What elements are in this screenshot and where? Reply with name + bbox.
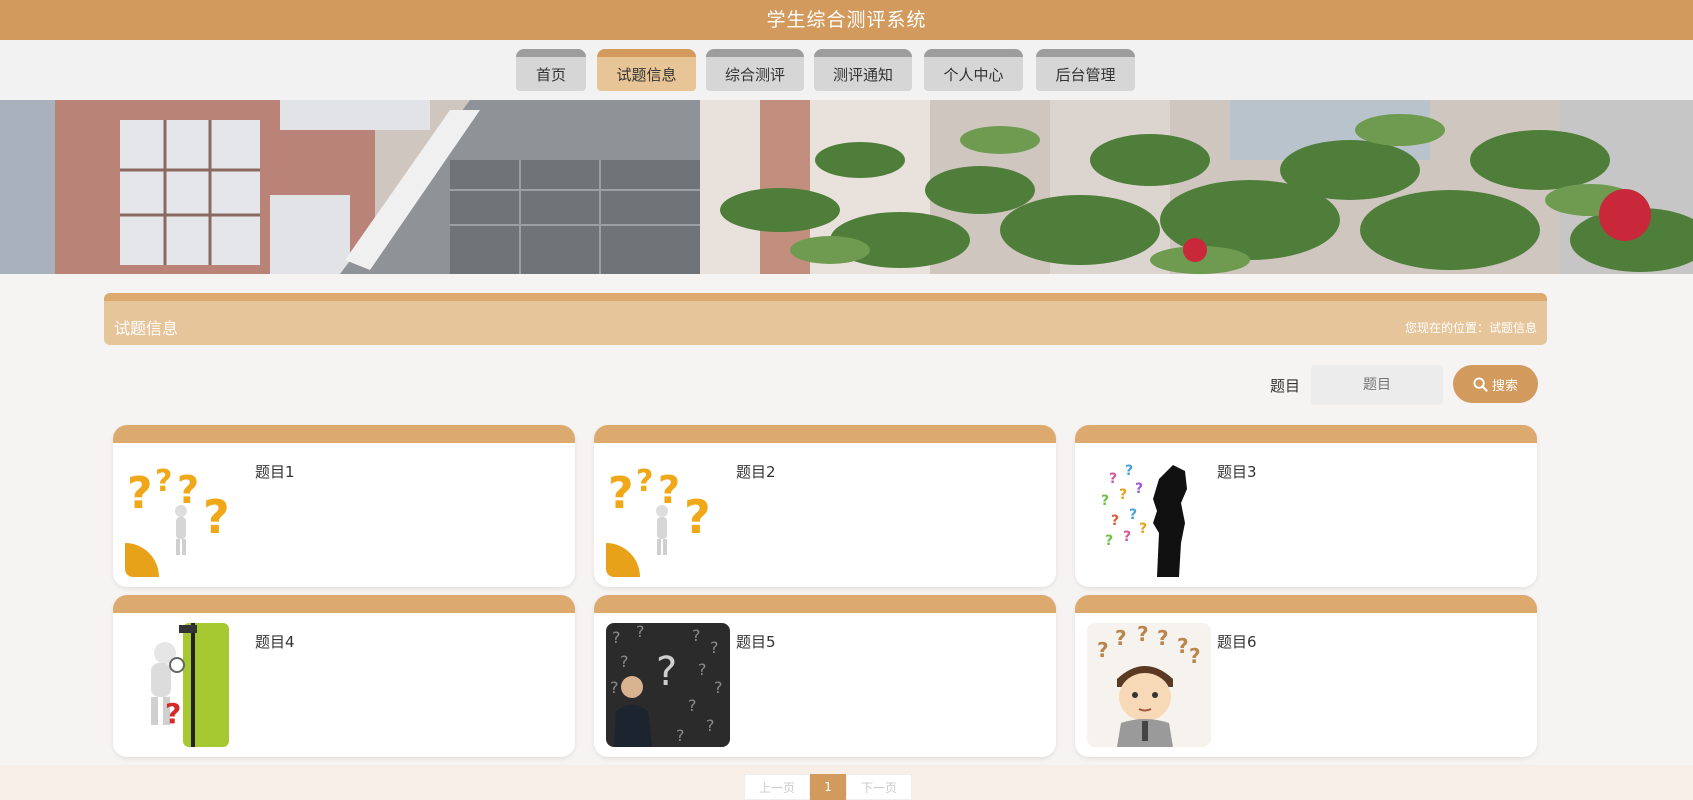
svg-text:?: ? [203, 490, 230, 544]
section-title: 试题信息 [114, 319, 179, 338]
svg-text:?: ? [127, 468, 153, 519]
search-button-label: 搜索 [1491, 378, 1518, 394]
svg-text:?: ? [1135, 481, 1143, 497]
svg-text:?: ? [1119, 487, 1127, 503]
svg-text:?: ? [710, 638, 719, 657]
svg-text:?: ? [620, 652, 629, 671]
search-icon [1473, 376, 1488, 392]
main-nav: 首页 试题信息 综合测评 测评通知 个人中心 后台管理 [0, 40, 1693, 100]
nav-admin[interactable]: 后台管理 [1036, 49, 1135, 91]
svg-text:?: ? [698, 660, 707, 679]
svg-text:?: ? [1157, 626, 1169, 650]
svg-text:?: ? [688, 696, 697, 715]
question-card[interactable]: ? 题目4 [113, 595, 575, 757]
nav-evaluation-notice[interactable]: 测评通知 [814, 49, 912, 91]
svg-text:?: ? [676, 726, 685, 745]
svg-text:?: ? [1139, 521, 1147, 537]
svg-text:?: ? [155, 464, 172, 499]
question-thumbnail[interactable]: ? ? ? ? ? ? ? ? ? ? [1087, 453, 1211, 577]
svg-text:?: ? [636, 623, 645, 641]
svg-text:?: ? [165, 697, 181, 730]
svg-text:?: ? [1137, 623, 1149, 646]
question-thumbnail[interactable]: ? ? ? ? [606, 453, 730, 577]
app-title: 学生综合测评系统 [766, 9, 927, 31]
svg-text:?: ? [1105, 533, 1113, 549]
question-card[interactable]: ? ? ? ? 题目1 [113, 425, 575, 587]
question-thumbnail[interactable]: ? [125, 623, 249, 747]
question-card[interactable]: ??? ??? 题目6 [1075, 595, 1537, 757]
next-page-button[interactable]: 下一页 [846, 774, 913, 800]
svg-text:?: ? [1125, 463, 1133, 479]
question-thumbnail[interactable]: ??? ??? [1087, 623, 1211, 747]
svg-text:?: ? [692, 626, 701, 645]
title-bar: 学生综合测评系统 [0, 0, 1693, 40]
breadcrumb: 您现在的位置：试题信息 [1404, 321, 1537, 335]
question-title[interactable]: 题目4 [255, 631, 295, 652]
svg-text:?: ? [706, 716, 715, 735]
prev-page-button[interactable]: 上一页 [744, 774, 811, 800]
nav-question-info[interactable]: 试题信息 [597, 49, 696, 91]
search-input[interactable] [1311, 365, 1443, 405]
question-title[interactable]: 题目5 [736, 631, 776, 652]
current-page-button[interactable]: 1 [810, 774, 847, 800]
svg-text:?: ? [636, 464, 653, 499]
svg-text:?: ? [610, 678, 619, 697]
question-title[interactable]: 题目6 [1217, 631, 1257, 652]
svg-text:?: ? [1115, 626, 1127, 650]
nav-personal-center[interactable]: 个人中心 [924, 49, 1023, 91]
svg-text:?: ? [714, 678, 723, 697]
nav-home[interactable]: 首页 [516, 49, 586, 91]
svg-text:?: ? [612, 628, 621, 647]
svg-text:?: ? [1123, 529, 1131, 545]
svg-text:?: ? [656, 649, 677, 695]
svg-text:?: ? [1129, 507, 1137, 523]
svg-text:?: ? [1111, 513, 1119, 529]
svg-text:?: ? [608, 468, 634, 519]
nav-comprehensive-evaluation[interactable]: 综合测评 [706, 49, 804, 91]
pagination: 上一页 1 下一页 [744, 774, 913, 800]
question-thumbnail[interactable]: ???? ??? ??? ? ? [606, 623, 730, 747]
question-thumbnail[interactable]: ? ? ? ? [125, 453, 249, 577]
question-title[interactable]: 题目2 [736, 461, 776, 482]
svg-text:?: ? [1109, 471, 1117, 487]
svg-text:?: ? [1097, 638, 1109, 662]
question-card[interactable]: ???? ??? ??? ? ? 题目5 [594, 595, 1056, 757]
question-card[interactable]: ? ? ? ? ? ? ? ? ? ? 题目3 [1075, 425, 1537, 587]
svg-text:?: ? [1177, 634, 1189, 658]
svg-text:?: ? [1189, 644, 1201, 668]
search-label: 题目 [1270, 377, 1301, 395]
svg-text:?: ? [684, 490, 711, 544]
question-title[interactable]: 题目1 [255, 461, 295, 482]
svg-text:?: ? [1101, 493, 1109, 509]
question-card[interactable]: ? ? ? ? 题目2 [594, 425, 1056, 587]
question-title[interactable]: 题目3 [1217, 461, 1257, 482]
search-button[interactable]: 搜索 [1453, 365, 1538, 403]
banner-image [0, 100, 1693, 274]
section-header: 试题信息 您现在的位置：试题信息 [104, 293, 1547, 345]
